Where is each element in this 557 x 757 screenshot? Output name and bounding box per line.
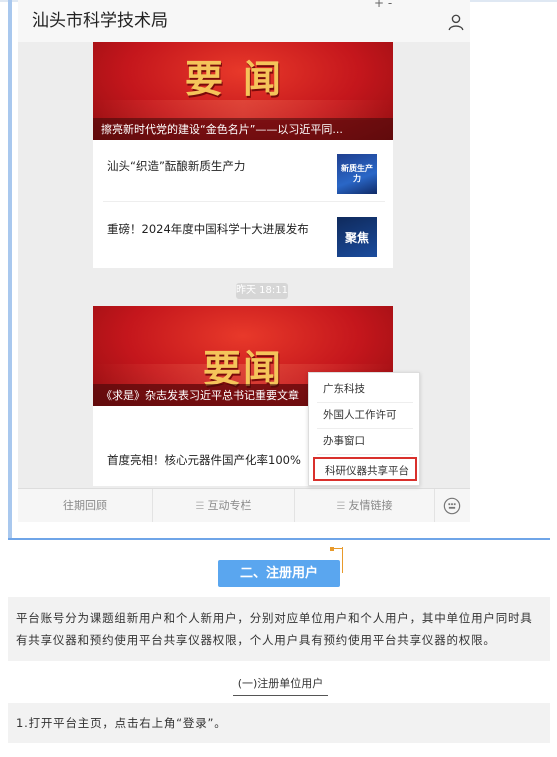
menu-divider (317, 454, 413, 455)
news-item-title: 汕头“织造”酝酿新质生产力 (107, 159, 246, 173)
news-list-item[interactable]: 重磅！2024年度中国科学十大进展发布 聚焦 (103, 205, 385, 265)
message-timestamp: 昨天 18:11 (236, 283, 288, 299)
subsection-heading-text: (一)注册单位用户 (237, 677, 324, 690)
tab-label: 互动专栏 (207, 499, 252, 512)
banner-caption: 擦亮新时代党的建设“金色名片”——以习近平同... (101, 123, 343, 136)
tab-label: 往期回顾 (63, 499, 107, 512)
banner-headline: 要闻 (184, 56, 301, 101)
subsection-heading: (一)注册单位用户 (233, 672, 328, 696)
step-box: 1.打开平台主页，点击右上角“登录”。 (8, 703, 550, 743)
pin-line-v (342, 547, 343, 573)
news-thumbnail: 聚焦 (337, 217, 377, 257)
subsection-underline (233, 695, 328, 696)
menu-grip-icon: ☰ (195, 501, 205, 512)
account-title: 汕头市科学技术局 (32, 11, 168, 31)
left-accent-bar (8, 0, 12, 538)
thumbnail-label: 新质生产力 (341, 164, 373, 183)
keyboard-toggle-icon[interactable] (443, 497, 461, 515)
menu-item-service-window[interactable]: 办事窗口 (309, 429, 421, 453)
menu-item-foreigner-work-permit[interactable]: 外国人工作许可 (309, 403, 421, 427)
header: 汕头市科学技术局 + - (18, 0, 470, 42)
intro-paragraph: 平台账号分为课题组新用户和个人新用户，分别对应单位用户和个人用户，其中单位用户同… (16, 611, 533, 647)
user-profile-icon[interactable] (447, 13, 465, 31)
screenshot-bottom-border (8, 538, 550, 540)
header-controls[interactable]: + - (374, 0, 392, 10)
menu-item-instrument-sharing-platform[interactable]: 科研仪器共享平台 (313, 457, 417, 481)
wechat-account-screen: 汕头市科学技术局 + - 要闻 擦亮新时代党的建设“金色名片”——以习近平同..… (18, 0, 470, 522)
news-item-title: 重磅！2024年度中国科学十大进展发布 (107, 222, 309, 236)
menu-item-guangdong-tech[interactable]: 广东科技 (309, 377, 421, 401)
tab-label: 友情链接 (348, 499, 393, 512)
news-banner[interactable]: 要闻 擦亮新时代党的建设“金色名片”——以习近平同... (93, 42, 393, 140)
menu-grip-icon: ☰ (336, 501, 346, 512)
banner-decoration (93, 100, 393, 120)
tab-past-review[interactable]: 往期回顾 (18, 489, 153, 522)
step-1-text: 1.打开平台主页，点击右上角“登录”。 (16, 716, 227, 730)
bottom-menu-bar: 往期回顾 ☰ 互动专栏 ☰ 友情链接 (18, 488, 470, 522)
section-heading: 二、注册用户 (218, 560, 340, 587)
tab-interactive-column[interactable]: ☰ 互动专栏 (153, 489, 295, 522)
tab-friendly-links[interactable]: ☰ 友情链接 (295, 489, 435, 522)
banner-caption: 《求是》杂志发表习近平总书记重要文章 (101, 389, 299, 402)
news-thumbnail: 新质生产力 (337, 154, 377, 194)
news-list-item[interactable]: 汕头“织造”酝酿新质生产力 新质生产力 (103, 142, 385, 202)
intro-paragraph-box: 平台账号分为课题组新用户和个人新用户，分别对应单位用户和个人用户，其中单位用户同… (8, 597, 550, 661)
thumbnail-label: 聚焦 (344, 231, 369, 245)
news-card-1[interactable]: 要闻 擦亮新时代党的建设“金色名片”——以习近平同... 汕头“织造”酝酿新质生… (93, 42, 393, 268)
pin-line-h (330, 548, 342, 549)
news-item-title: 首度亮相！核心元器件国产化率100% (107, 453, 301, 467)
app-screenshot: 汕头市科学技术局 + - 要闻 擦亮新时代党的建设“金色名片”——以习近平同..… (0, 0, 557, 548)
friendly-links-menu: 广东科技 外国人工作许可 办事窗口 科研仪器共享平台 (308, 372, 420, 486)
